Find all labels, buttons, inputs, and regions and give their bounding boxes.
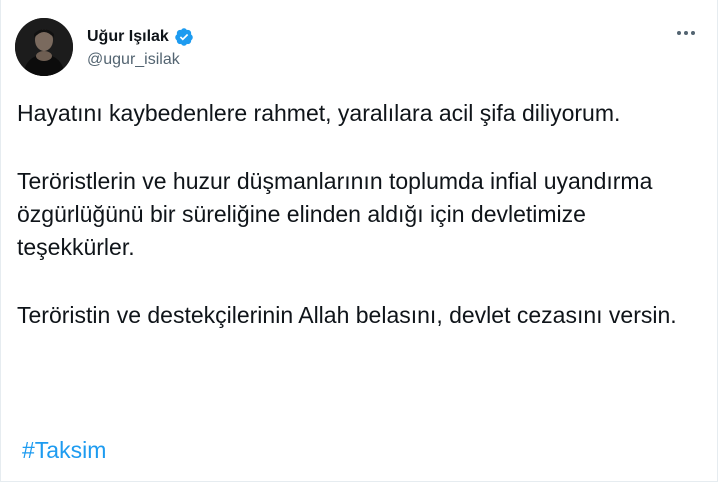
tweet-header: Uğur Işılak @ugur_isilak — [15, 18, 194, 76]
more-options-button[interactable] — [675, 22, 697, 44]
tweet-text: Hayatını kaybedenlere rahmet, yaralılara… — [17, 97, 677, 332]
tweet-paragraph-3: Teröristin ve destekçilerinin Allah bela… — [17, 302, 677, 328]
hashtag-link[interactable]: #Taksim — [22, 434, 106, 467]
more-options-icon — [677, 31, 695, 35]
display-name-row: Uğur Işılak — [87, 26, 194, 48]
tweet-card: Uğur Işılak @ugur_isilak Hayatını kaybed… — [0, 0, 718, 482]
verified-badge-icon — [174, 27, 194, 47]
user-handle[interactable]: @ugur_isilak — [87, 51, 194, 69]
profile-photo-icon — [15, 18, 73, 76]
avatar[interactable] — [15, 18, 73, 76]
tweet-paragraph-1: Hayatını kaybedenlere rahmet, yaralılara… — [17, 100, 621, 126]
author-names: Uğur Işılak @ugur_isilak — [87, 26, 194, 69]
tweet-paragraph-2: Teröristlerin ve huzur düşmanlarının top… — [17, 168, 653, 260]
display-name[interactable]: Uğur Işılak — [87, 28, 169, 46]
